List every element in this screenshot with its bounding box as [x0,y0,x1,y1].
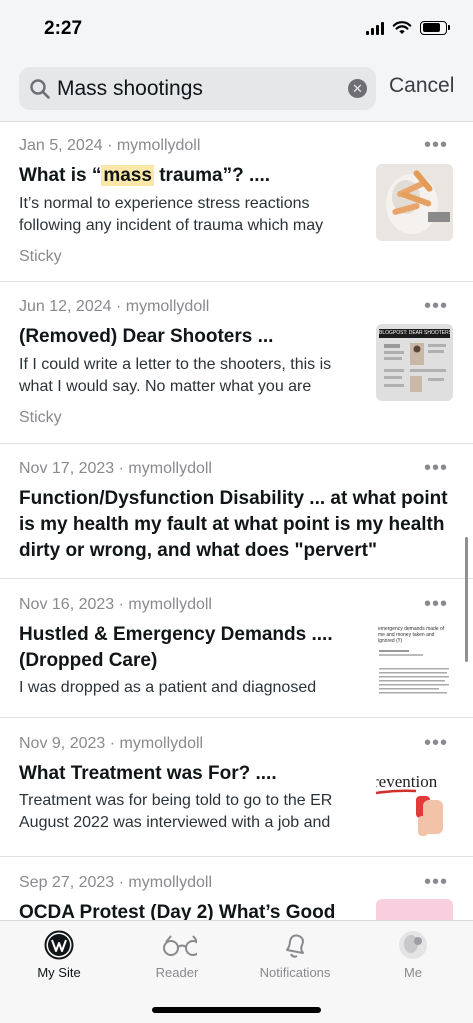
glasses-icon [163,935,197,956]
search-results-list: Jan 5, 2024 · mymollydoll ••• What is “m… [0,122,473,920]
status-time: 2:27 [44,18,83,39]
post-date: Nov 17, 2023 [19,460,115,477]
post-date: Jun 12, 2024 [19,298,112,315]
cancel-button[interactable]: Cancel [389,74,454,98]
more-options-icon[interactable]: ••• [424,593,448,616]
post-meta: Sep 27, 2023 · mymollydoll [19,874,212,891]
post-item[interactable]: Sep 27, 2023 · mymollydoll ••• OCDA Prot… [0,857,473,920]
tab-notifications[interactable]: Notifications [236,921,354,991]
post-author: mymollydoll [125,298,210,315]
search-icon [30,79,50,99]
tab-me[interactable]: Me [354,921,472,991]
post-title: What is “mass trauma”? .... [19,165,271,186]
wifi-icon [392,21,412,34]
post-author: mymollydoll [128,460,212,477]
tab-label: Notifications [259,965,331,980]
post-item[interactable]: Jan 5, 2024 · mymollydoll ••• What is “m… [0,122,473,282]
post-author: mymollydoll [116,137,201,154]
post-thumbnail [376,899,453,920]
sticky-label: Sticky [19,409,62,426]
search-box[interactable]: ✕ [19,67,376,110]
tab-label: Reader [155,965,199,980]
post-title: OCDA Protest (Day 2) What’s Good [19,902,336,920]
scroll-indicator[interactable] [465,537,468,662]
post-date: Nov 16, 2023 [19,596,115,613]
post-excerpt: I was dropped as a patient and diagnosed [19,679,317,696]
search-highlight: mass [101,165,154,186]
post-date: Jan 5, 2024 [19,137,103,154]
post-excerpt: It’s normal to experience stress reactio… [19,195,324,234]
more-options-icon[interactable]: ••• [424,871,448,894]
post-author: mymollydoll [128,874,212,891]
post-meta: Jan 5, 2024 · mymollydoll [19,137,201,154]
post-thumbnail: emergency demands made of me and money t… [376,622,453,699]
more-options-icon[interactable]: ••• [424,295,448,318]
post-meta: Nov 9, 2023 · mymollydoll [19,735,204,752]
post-meta: Nov 16, 2023 · mymollydoll [19,596,212,613]
tab-bar: My Site Reader Notifications Me [0,920,473,1023]
post-title: Hustled & Emergency Demands .... (Droppe… [19,624,333,671]
home-indicator[interactable] [152,1007,321,1013]
sticky-label: Sticky [19,248,62,265]
post-author: mymollydoll [119,735,204,752]
post-date: Sep 27, 2023 [19,874,115,891]
tab-reader[interactable]: Reader [118,921,236,991]
avatar [399,931,427,959]
clear-search-icon[interactable]: ✕ [348,79,367,98]
status-icons [366,20,450,35]
post-author: mymollydoll [128,596,212,613]
more-options-icon[interactable]: ••• [424,134,448,157]
post-meta: Jun 12, 2024 · mymollydoll [19,298,210,315]
post-thumbnail: revention [376,760,453,837]
post-thumbnail: BLOGPOST: DEAR SHOOTERS ... [376,324,453,401]
tab-my-site[interactable]: My Site [0,921,118,991]
post-item[interactable]: Jun 12, 2024 · mymollydoll ••• (Removed)… [0,282,473,444]
search-bar: ✕ Cancel [0,60,473,122]
post-item[interactable]: Nov 9, 2023 · mymollydoll ••• What Treat… [0,718,473,857]
post-excerpt: Treatment was for being told to go to th… [19,792,333,831]
post-thumbnail [376,164,453,241]
wordpress-icon [44,930,74,960]
post-date: Nov 9, 2023 [19,735,106,752]
post-title: Function/Dysfunction Disability ... at w… [19,488,448,561]
post-meta: Nov 17, 2023 · mymollydoll [19,460,212,477]
post-item[interactable]: Nov 16, 2023 · mymollydoll ••• Hustled &… [0,579,473,718]
post-title: (Removed) Dear Shooters ... [19,326,274,347]
cellular-signal-icon [366,21,384,35]
battery-icon [420,20,450,35]
post-item[interactable]: Nov 17, 2023 · mymollydoll ••• Function/… [0,444,473,579]
status-bar: 2:27 [0,0,473,60]
bell-icon [286,934,304,958]
post-excerpt: If I could write a letter to the shooter… [19,356,332,395]
more-options-icon[interactable]: ••• [424,457,448,480]
tab-label: My Site [37,965,81,980]
more-options-icon[interactable]: ••• [424,732,448,755]
post-title: What Treatment was For? .... [19,763,277,784]
search-input[interactable] [57,67,337,110]
tab-label: Me [403,965,423,980]
